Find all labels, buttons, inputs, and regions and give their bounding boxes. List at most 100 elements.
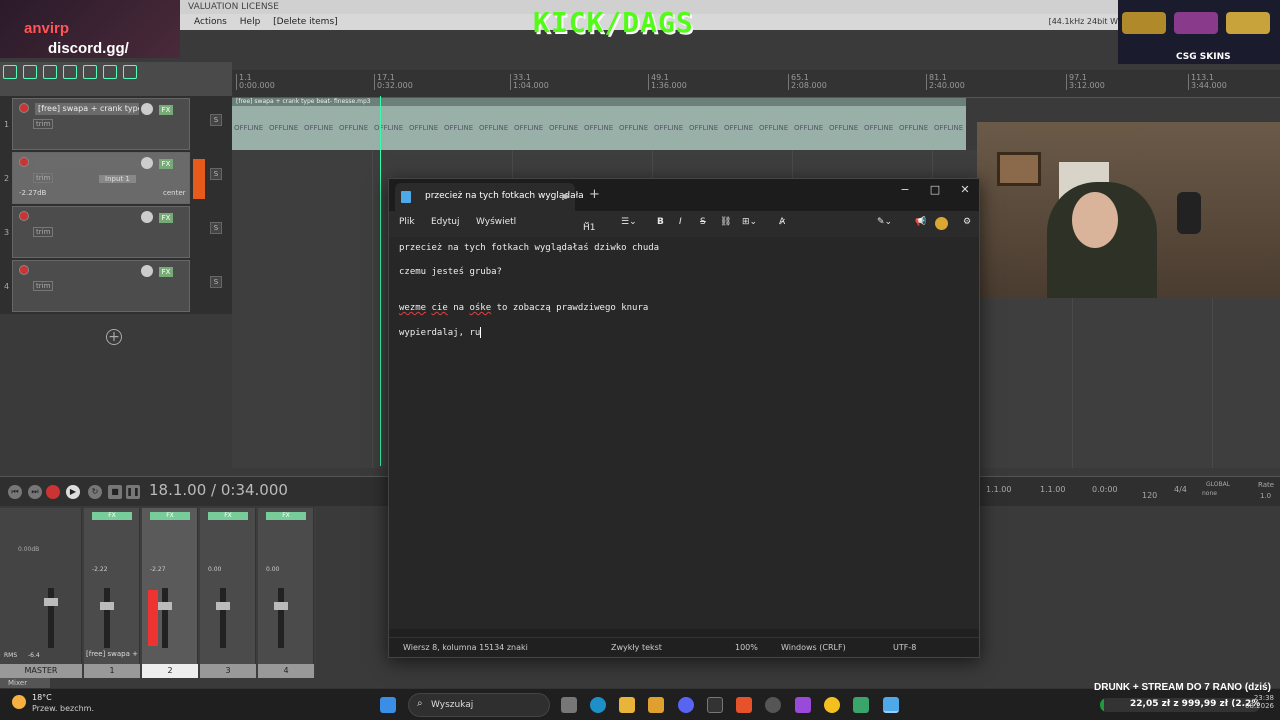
fx-slot[interactable]: FX xyxy=(208,512,248,520)
unsaved-dot-icon[interactable] xyxy=(563,194,568,199)
text-mode[interactable]: Zwykły tekst xyxy=(611,643,662,652)
new-tab-button[interactable]: + xyxy=(589,187,600,202)
solo-button[interactable]: S xyxy=(210,222,222,234)
solo-button[interactable]: S xyxy=(210,276,222,288)
trim-button[interactable]: trim xyxy=(33,173,54,183)
track-4[interactable]: FX trim xyxy=(12,260,190,312)
snap-icon[interactable] xyxy=(23,65,37,79)
menu-plik[interactable]: Plik xyxy=(399,217,415,227)
app-icon-2[interactable] xyxy=(853,697,869,713)
grid-icon[interactable] xyxy=(3,65,17,79)
strip-fader[interactable] xyxy=(100,588,114,648)
menu-wyswietl[interactable]: Wyświetl xyxy=(476,217,516,227)
record-arm-icon[interactable] xyxy=(19,157,29,167)
fx-button[interactable]: FX xyxy=(159,213,173,223)
volume-knob[interactable] xyxy=(141,157,153,169)
timeline-ruler[interactable]: 1.1 0:00.000 17.1 0:32.000 33.1 1:04.000 49… xyxy=(232,70,1280,98)
mixer-tab[interactable]: Mixer xyxy=(0,678,50,688)
ripple-icon[interactable] xyxy=(43,65,57,79)
input-select[interactable]: Input 1 xyxy=(99,175,136,183)
track-2[interactable]: FX trim Input 1 -2.27dB center xyxy=(12,152,205,204)
bold-icon[interactable]: B xyxy=(657,217,664,227)
settings-gear-icon[interactable]: ⚙ xyxy=(963,217,971,227)
chrome-icon[interactable] xyxy=(824,697,840,713)
weather-widget[interactable]: 18°C Przew. bezchm. xyxy=(12,693,98,717)
group-icon[interactable] xyxy=(63,65,77,79)
store-icon[interactable] xyxy=(648,697,664,713)
list-icon[interactable]: ☰⌄ xyxy=(621,217,637,227)
trim-button[interactable]: trim xyxy=(33,119,54,129)
strip-fader[interactable] xyxy=(216,588,230,648)
strip-fader[interactable] xyxy=(158,588,172,648)
announce-icon[interactable]: 📢 xyxy=(915,217,926,227)
edge-icon[interactable] xyxy=(590,697,606,713)
notepad-tab[interactable]: przecież na tych fotkach wyglądała xyxy=(395,183,584,211)
trim-button[interactable]: trim xyxy=(33,227,54,237)
menu-delete-items[interactable]: [Delete items] xyxy=(273,14,337,30)
zoom-level[interactable]: 100% xyxy=(735,643,758,652)
rate-value[interactable]: 1.0 xyxy=(1260,492,1271,500)
table-icon[interactable]: ⊞⌄ xyxy=(742,217,757,227)
italic-icon[interactable]: I xyxy=(679,217,682,227)
fx-button[interactable]: FX xyxy=(159,105,173,115)
brave-icon[interactable] xyxy=(736,697,752,713)
metronome-icon[interactable] xyxy=(103,65,117,79)
obs-icon[interactable] xyxy=(795,697,811,713)
media-item[interactable]: OFFLINE OFFLINE OFFLINE OFFLINE OFFLINE OFFLI… xyxy=(232,106,966,150)
encoding[interactable]: UTF-8 xyxy=(893,643,916,652)
minimize-icon[interactable]: − xyxy=(895,183,915,196)
fx-slot[interactable]: FX xyxy=(92,512,132,520)
solo-button[interactable]: S xyxy=(210,168,222,180)
track-3[interactable]: FX trim xyxy=(12,206,190,258)
loop-icon[interactable] xyxy=(83,65,97,79)
stop-icon[interactable]: ■ xyxy=(108,485,122,499)
file-explorer-icon[interactable] xyxy=(619,697,635,713)
add-track-button[interactable]: + xyxy=(106,329,122,345)
fx-slot[interactable]: FX xyxy=(150,512,190,520)
maximize-icon[interactable]: □ xyxy=(925,183,945,196)
avatar[interactable] xyxy=(935,217,948,230)
rewrite-icon[interactable]: ✎⌄ xyxy=(877,217,892,227)
line-ending[interactable]: Windows (CRLF) xyxy=(781,643,846,652)
link-icon[interactable]: ⛓ xyxy=(720,217,731,227)
volume-knob[interactable] xyxy=(141,211,153,223)
notepad-taskbar-icon[interactable] xyxy=(883,697,899,713)
track-name[interactable] xyxy=(35,157,139,169)
clear-format-icon[interactable]: A̷ xyxy=(779,217,785,227)
lock-icon[interactable] xyxy=(123,65,137,79)
bpm-value[interactable]: 120 xyxy=(1142,491,1157,500)
menu-actions[interactable]: Actions xyxy=(194,14,227,30)
strikethrough-icon[interactable]: S xyxy=(700,217,706,227)
menu-help[interactable]: Help xyxy=(240,14,261,30)
trim-button[interactable]: trim xyxy=(33,281,54,291)
close-icon[interactable]: ✕ xyxy=(955,183,975,196)
taskbar-search[interactable]: ⌕ Wyszukaj xyxy=(408,693,550,717)
heading-button[interactable]: H1 ⌄ xyxy=(583,217,596,233)
notepad-editor[interactable]: przecież na tych fotkach wyglądałaś dziw… xyxy=(389,237,979,629)
volume-knob[interactable] xyxy=(141,103,153,115)
task-view-icon[interactable] xyxy=(561,697,577,713)
fx-slot[interactable]: FX xyxy=(266,512,306,520)
discord-icon[interactable] xyxy=(678,697,694,713)
strip-fader[interactable] xyxy=(274,588,288,648)
app-icon[interactable] xyxy=(707,697,723,713)
time-signature[interactable]: 4/4 xyxy=(1174,485,1187,494)
pause-icon[interactable]: ❚❚ xyxy=(126,485,140,499)
reaper-icon[interactable] xyxy=(765,697,781,713)
fx-button[interactable]: FX xyxy=(159,159,173,169)
solo-button[interactable]: S xyxy=(210,114,222,126)
skip-start-icon[interactable]: ⏮ xyxy=(8,485,22,499)
windows-start-icon[interactable] xyxy=(380,697,396,713)
record-arm-icon[interactable] xyxy=(19,211,29,221)
master-fader[interactable] xyxy=(44,588,58,648)
track-name[interactable]: [free] swapa + crank type xyxy=(35,103,139,115)
play-icon[interactable]: ▶ xyxy=(66,485,80,499)
volume-knob[interactable] xyxy=(141,265,153,277)
track-1[interactable]: [free] swapa + crank type FX trim xyxy=(12,98,190,150)
repeat-icon[interactable]: ↻ xyxy=(88,485,102,499)
record-arm-icon[interactable] xyxy=(19,265,29,275)
skip-end-icon[interactable]: ⏭ xyxy=(28,485,42,499)
record-icon[interactable] xyxy=(46,485,60,499)
fx-button[interactable]: FX xyxy=(159,267,173,277)
menu-edytuj[interactable]: Edytuj xyxy=(431,217,459,227)
